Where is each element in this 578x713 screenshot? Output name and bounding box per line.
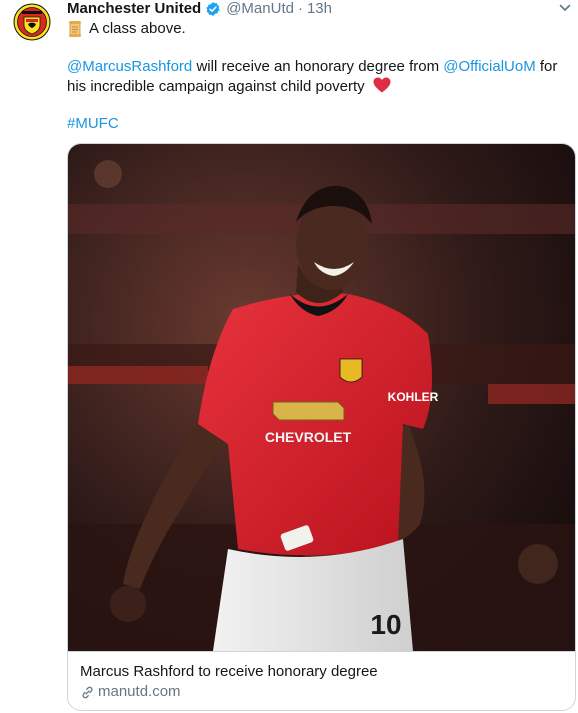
tweet-body: @MarcusRashford will receive an honorary… [67,57,567,97]
tweet-text-line-1: A class above. [89,20,186,37]
avatar[interactable] [12,2,52,42]
card-footer[interactable]: Marcus Rashford to receive honorary degr… [68,651,575,710]
chevron-down-icon[interactable] [558,1,572,15]
tweet-text-line-2: his incredible campaign against child po… [67,78,365,95]
tweet-hashtag-line: #MUFC [67,114,567,134]
author-name[interactable]: Manchester United [67,0,201,18]
tweet-text-mid: will receive an honorary degree from [192,58,444,75]
card-title[interactable]: Marcus Rashford to receive honorary degr… [80,662,563,682]
tweet-time[interactable]: 13h [307,0,332,18]
shirt-number-text: 10 [370,609,401,640]
card-image[interactable]: CHEVROLET KOHLER 10 [68,144,575,651]
mention-marcusrashford-link[interactable]: @MarcusRashford [67,58,192,75]
author-handle[interactable]: @ManUtd [226,0,294,18]
card-domain-row: manutd.com [80,682,563,702]
tweet-header: Manchester United @ManUtd · 13h [67,0,568,18]
verified-badge-icon [206,2,220,16]
mention-officialuom-link[interactable]: @OfficialUoM [443,58,535,75]
sleeve-sponsor-text: KOHLER [388,390,439,404]
manutd-crest-icon [13,3,51,41]
red-heart-emoji-icon [373,77,391,93]
tweet-text-tail: for [535,58,558,75]
hashtag-mufc-link[interactable]: #MUFC [67,115,119,132]
scroll-emoji-icon [69,21,81,37]
tweet-line-1: A class above. [67,19,567,39]
link-preview-card[interactable]: CHEVROLET KOHLER 10 Marcus Rashford to r… [67,143,576,711]
shirt-sponsor-text: CHEVROLET [265,429,352,445]
separator-dot: · [297,0,303,17]
card-domain: manutd.com [98,683,181,700]
link-icon [82,686,93,698]
